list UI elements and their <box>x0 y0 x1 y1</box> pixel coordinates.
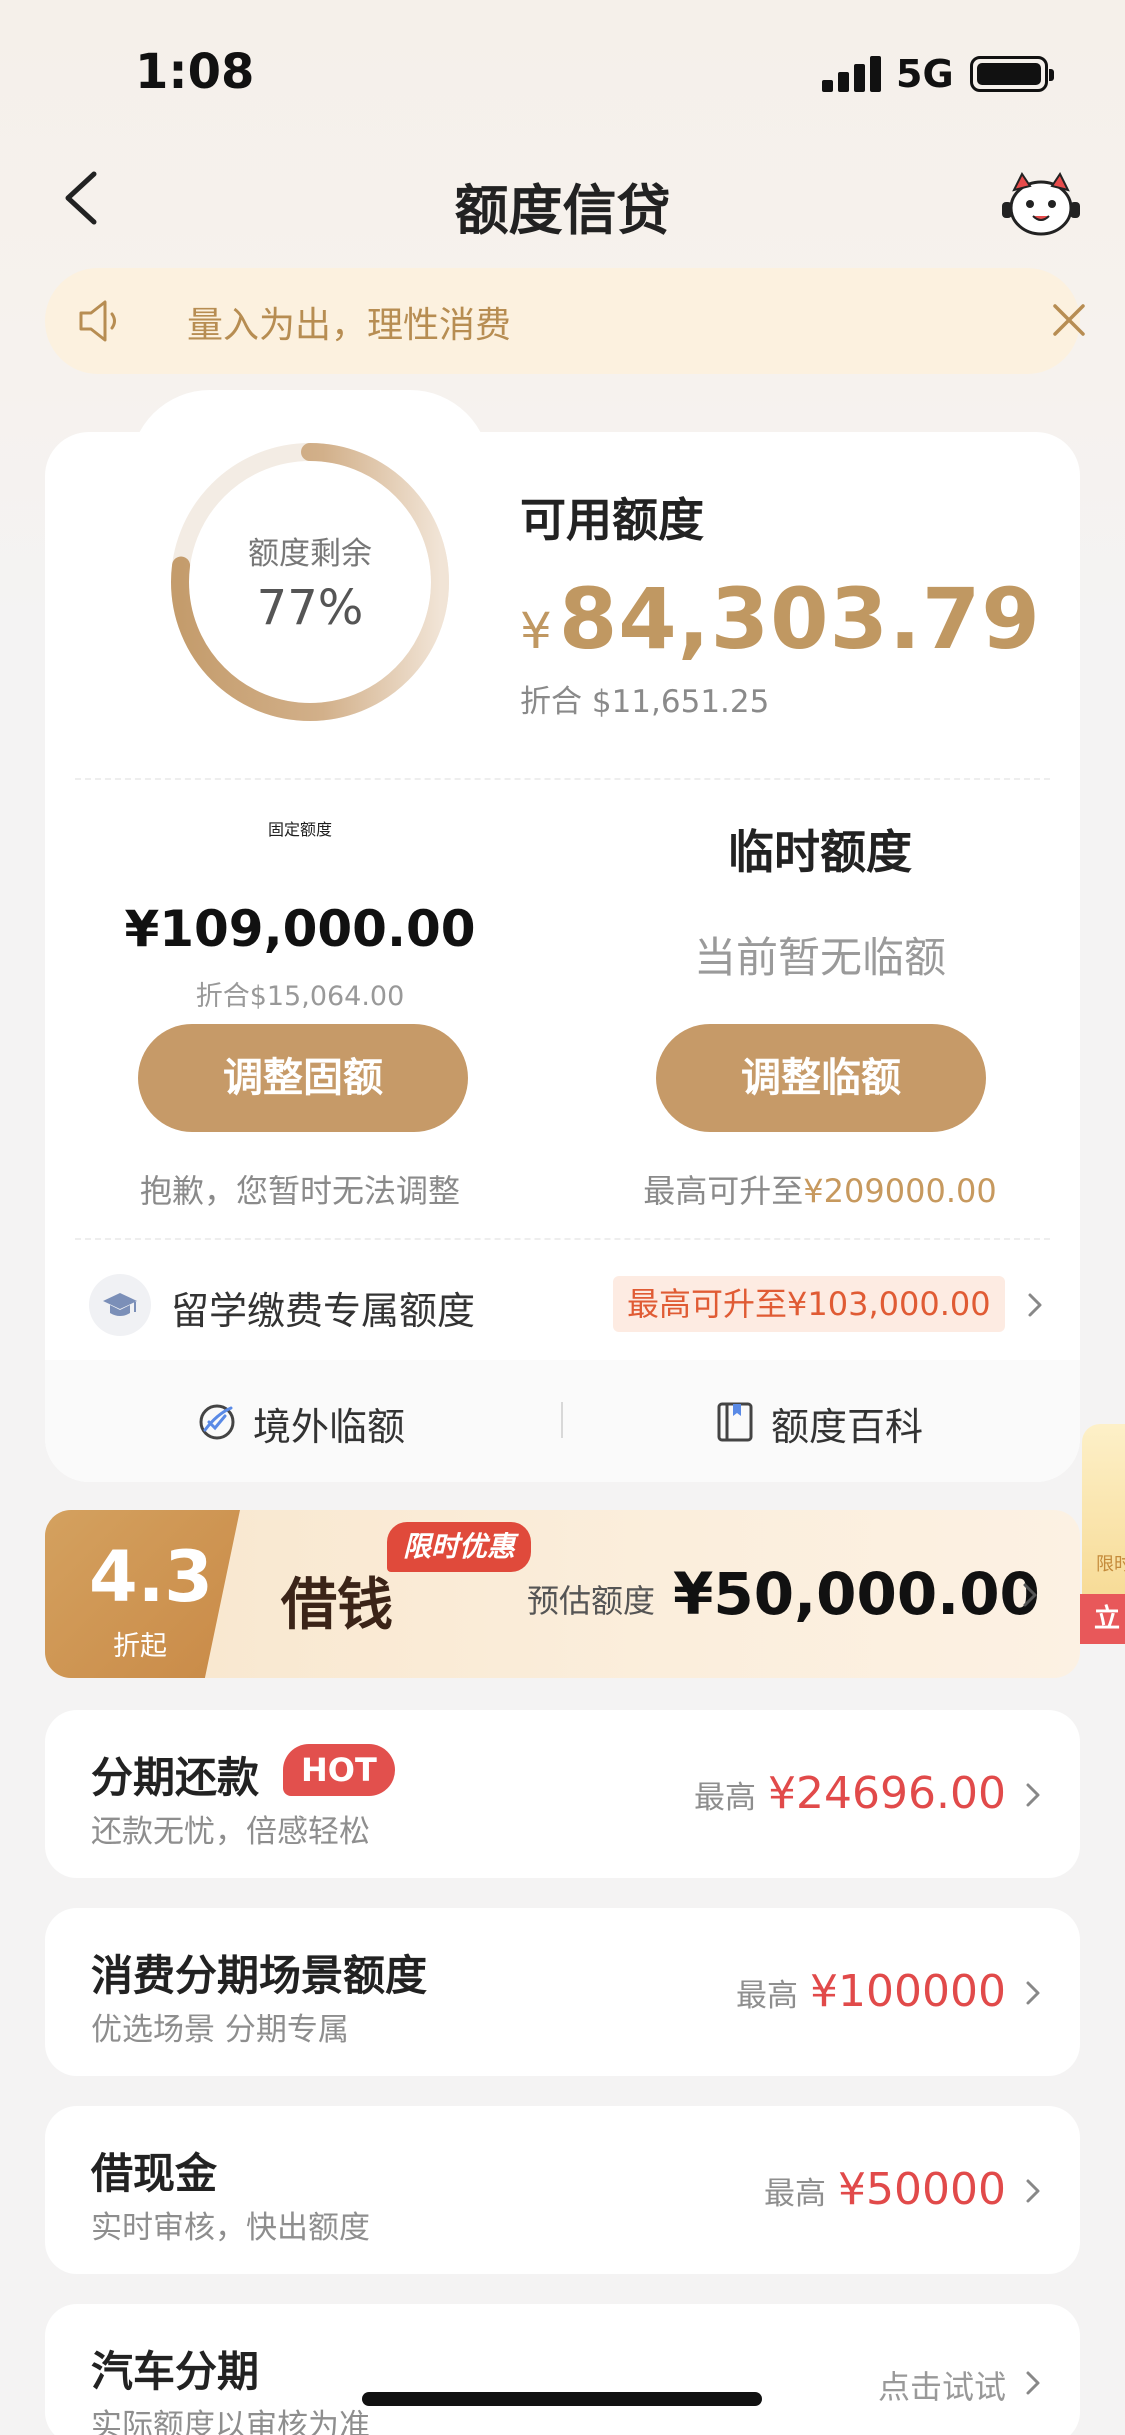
fixed-amount: ¥109,000.00 <box>124 900 476 958</box>
list-action: 点击试试 <box>878 2362 1006 2408</box>
list-max: 最高 ¥100000 <box>736 1966 1006 2017</box>
temp-note-prefix: 最高可升至 <box>643 1172 804 1210</box>
list-max: 最高 ¥50000 <box>764 2164 1006 2215</box>
ring-label: 额度剩余 <box>248 536 372 572</box>
list-subtitle: 优选场景 分期专属 <box>91 2012 349 2048</box>
list-title: 消费分期场景额度 <box>91 1951 428 2000</box>
overseas-icon <box>199 1404 235 1440</box>
available-usd: 折合 $11,651.25 <box>520 684 770 720</box>
list-max-label: 最高 <box>736 1978 799 2014</box>
temp-note-value: ¥209000.00 <box>803 1172 997 1210</box>
floating-promo-tag: 限时 <box>1096 1554 1125 1575</box>
study-label: 留学缴费专属额度 <box>171 1289 476 1333</box>
list-max-value: ¥100000 <box>810 1966 1006 2017</box>
study-badge: 最高可升至¥103,000.00 <box>613 1276 1005 1332</box>
adjust-temp-button[interactable]: 调整临额 <box>656 1024 986 1132</box>
book-icon <box>717 1402 753 1442</box>
list-item-consumer-installment[interactable]: 消费分期场景额度 优选场景 分期专属 最高 ¥100000 <box>45 1908 1080 2076</box>
list-item-car-installment[interactable]: 汽车分期 实际额度以审核为准 点击试试 <box>45 2304 1080 2435</box>
adjust-fixed-button[interactable]: 调整固额 <box>138 1024 468 1132</box>
loan-rate: 4.3 <box>89 1536 214 1618</box>
available-amount-value: 84,303.79 <box>558 570 1041 668</box>
status-time: 1:08 <box>135 44 255 100</box>
list-item-installment-repay[interactable]: 分期还款 HOT 还款无忧，倍感轻松 最高 ¥24696.00 <box>45 1710 1080 1878</box>
list-title: 借现金 <box>91 2149 218 2198</box>
signal-icon <box>822 56 882 92</box>
loan-rate-badge: 4.3 折起 <box>45 1510 240 1678</box>
currency-symbol: ¥ <box>520 602 553 660</box>
temp-status: 当前暂无临额 <box>693 933 946 982</box>
notice-bar: 量入为出，理性消费 <box>45 268 1085 374</box>
battery-icon <box>970 56 1054 92</box>
mascot-service-icon[interactable] <box>1000 168 1082 238</box>
ring-percent: 77% <box>256 580 364 636</box>
available-amount: ¥84,303.79 <box>520 570 1041 668</box>
chevron-right-icon <box>1028 1293 1042 1317</box>
footer-divider <box>561 1402 563 1438</box>
list-max-value: ¥50000 <box>838 2164 1006 2215</box>
list-action-label: 点击试试 <box>877 2368 1006 2406</box>
list-item-cash-loan[interactable]: 借现金 实时审核，快出额度 最高 ¥50000 <box>45 2106 1080 2274</box>
fixed-title: 固定额度 <box>267 820 332 839</box>
chevron-right-icon <box>1026 1783 1040 1807</box>
list-max-value: ¥24696.00 <box>768 1768 1006 1819</box>
fixed-note: 抱歉，您暂时无法调整 <box>139 1172 460 1210</box>
list-subtitle: 还款无忧，倍感轻松 <box>91 1814 370 1850</box>
loan-amount: ¥50,000.00 <box>673 1560 1040 1628</box>
list-title: 汽车分期 <box>91 2347 260 2396</box>
page-title: 额度信贷 <box>454 179 671 242</box>
graduation-cap-icon <box>89 1274 151 1336</box>
list-title: 分期还款 <box>91 1753 260 1802</box>
available-label: 可用额度 <box>520 493 704 547</box>
list-max: 最高 ¥24696.00 <box>694 1768 1006 1819</box>
divider <box>75 1238 1050 1240</box>
list-max-label: 最高 <box>694 1780 757 1816</box>
speaker-icon <box>79 300 116 342</box>
fixed-usd: 折合$15,064.00 <box>195 981 405 1012</box>
hot-badge: HOT <box>283 1744 395 1796</box>
list-max-label: 最高 <box>764 2176 827 2212</box>
loan-estimate-label: 预估额度 <box>527 1582 656 1620</box>
chevron-right-icon <box>1026 1981 1040 2005</box>
notice-text: 量入为出，理性消费 <box>187 305 512 346</box>
status-bar: 1:08 5G <box>0 0 1125 140</box>
chevron-right-icon <box>1026 2371 1040 2395</box>
wiki-label: 额度百科 <box>771 1405 924 1449</box>
overseas-label: 境外临额 <box>253 1405 406 1449</box>
close-icon[interactable] <box>1045 296 1093 344</box>
chevron-right-icon <box>1023 1583 1037 1607</box>
loan-title: 借钱 <box>281 1572 393 1638</box>
list-subtitle: 实时审核，快出额度 <box>91 2210 370 2246</box>
loan-banner[interactable]: 4.3 折起 借钱 限时优惠 预估额度 ¥50,000.00 <box>45 1510 1080 1678</box>
list-subtitle: 实际额度以审核为准 <box>91 2408 370 2435</box>
loan-rate-sub: 折起 <box>113 1631 167 1662</box>
divider <box>75 778 1050 780</box>
card-footer: 境外临额 额度百科 <box>45 1360 1080 1482</box>
chevron-right-icon <box>1026 2179 1040 2203</box>
network-label: 5G <box>896 52 954 96</box>
temp-note: 最高可升至¥209000.00 <box>580 1166 1060 1212</box>
home-indicator <box>362 2392 762 2406</box>
limited-offer-tag: 限时优惠 <box>387 1522 532 1572</box>
study-abroad-row[interactable]: 留学缴费专属额度 最高可升至¥103,000.00 <box>45 1250 1080 1360</box>
temp-title: 临时额度 <box>728 825 912 879</box>
